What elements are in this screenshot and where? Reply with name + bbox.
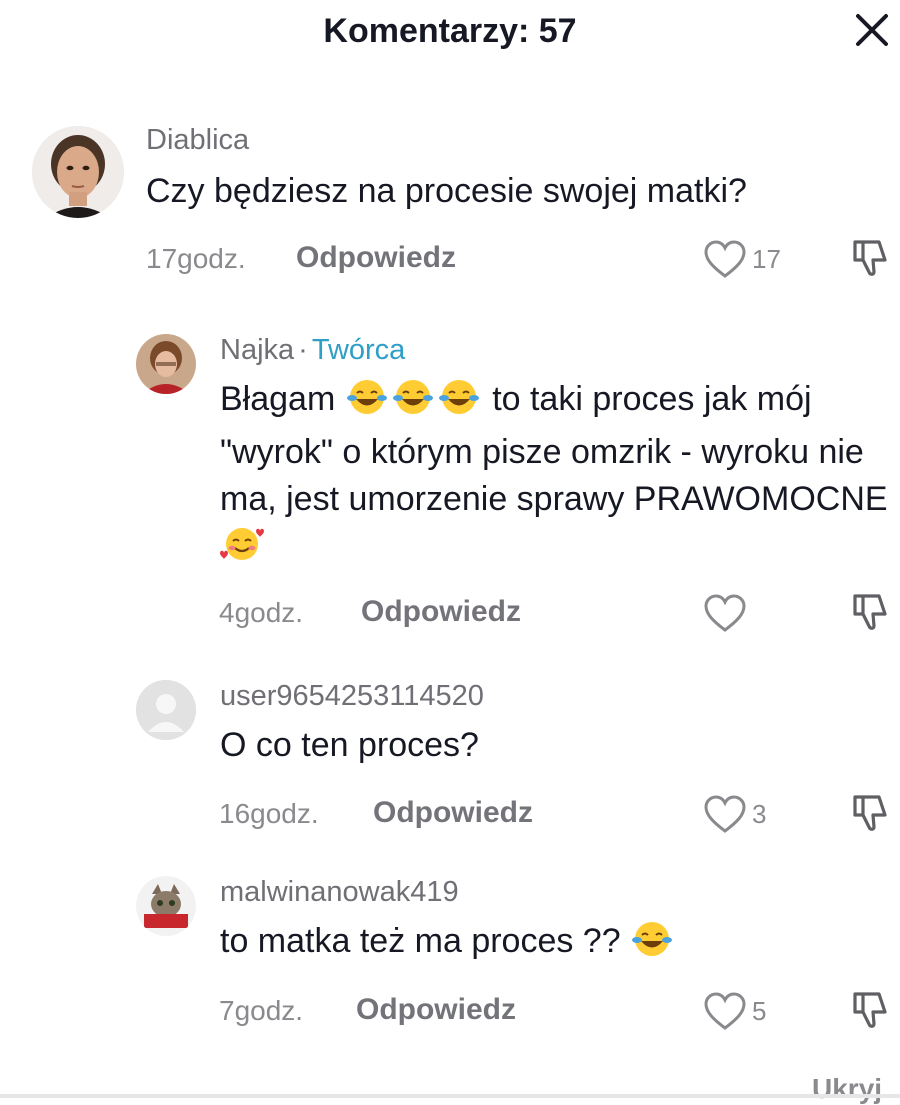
comment-username[interactable]: user9654253114520	[220, 680, 484, 713]
heart-icon[interactable]	[703, 992, 747, 1032]
comment-text-intro: Błagam	[220, 380, 336, 418]
like-count: 5	[752, 996, 767, 1026]
heart-icon[interactable]	[703, 240, 747, 280]
divider	[0, 1094, 900, 1098]
reply-button[interactable]: Odpowiedz	[356, 993, 516, 1027]
like-count: 17	[752, 244, 781, 274]
avatar[interactable]	[136, 876, 196, 936]
comment-text: to matka też ma proces ??	[220, 918, 676, 971]
comments-count-title: Komentarzy: 57	[323, 12, 577, 50]
laughing-emoji-icon	[437, 378, 481, 429]
reply-button[interactable]: Odpowiedz	[361, 595, 521, 629]
comment-username-line: Najka · Twórca	[220, 334, 405, 367]
comment-username[interactable]: Diablica	[146, 124, 249, 157]
creator-badge: Twórca	[311, 334, 406, 366]
comment-time: 7godz.	[219, 995, 304, 1026]
comment-time: 16godz.	[219, 798, 319, 829]
hide-replies-button[interactable]: Ukryj	[812, 1073, 882, 1105]
comment-text-body: to matka też ma proces ??	[220, 922, 621, 960]
laughing-emoji-icon	[391, 378, 435, 429]
thumbs-down-icon[interactable]	[851, 793, 889, 833]
thumbs-down-icon[interactable]	[851, 592, 889, 632]
comment-time: 17godz.	[146, 243, 246, 274]
thumbs-down-icon[interactable]	[851, 990, 889, 1030]
smiling-hearts-emoji-icon	[220, 525, 264, 576]
comment-text: Błagam to taki proces jak mój "wyrok" o …	[220, 376, 892, 576]
like-count: 3	[752, 799, 767, 829]
laughing-emoji-icon	[345, 378, 389, 429]
comment-text: Czy będziesz na procesie swojej matki?	[146, 172, 747, 210]
laughing-emoji-icon	[630, 920, 674, 971]
reply-button[interactable]: Odpowiedz	[296, 241, 456, 275]
heart-icon[interactable]	[703, 795, 747, 835]
comment-text: O co ten proces?	[220, 726, 479, 764]
reply-button[interactable]: Odpowiedz	[373, 796, 533, 830]
avatar[interactable]	[32, 126, 124, 218]
avatar[interactable]	[136, 334, 196, 394]
comment-username[interactable]: Najka	[220, 334, 294, 366]
comment-time: 4godz.	[219, 597, 304, 628]
heart-icon[interactable]	[703, 594, 747, 634]
comments-header: Komentarzy: 57	[0, 0, 900, 70]
close-icon[interactable]	[852, 10, 892, 50]
comment-username[interactable]: malwinanowak419	[220, 876, 459, 909]
thumbs-down-icon[interactable]	[851, 238, 889, 278]
avatar[interactable]	[136, 680, 196, 740]
separator-dot: ·	[298, 334, 308, 366]
